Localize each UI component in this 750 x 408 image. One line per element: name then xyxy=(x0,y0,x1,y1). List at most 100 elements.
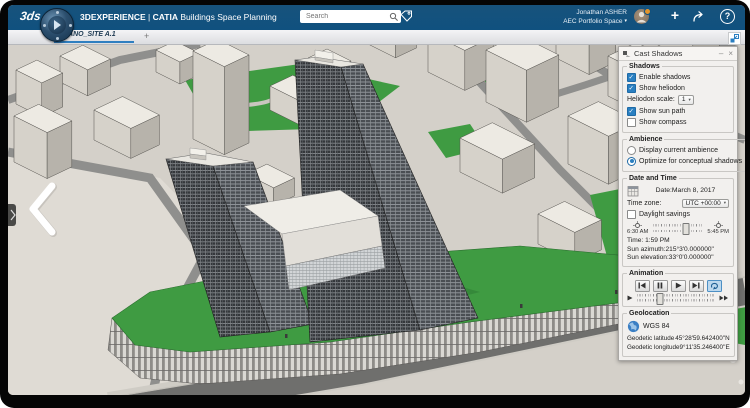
app-title: 3DEXPERIENCE | CATIA Buildings Space Pla… xyxy=(80,12,277,22)
3d-viewport[interactable]: Cast Shadows – × Shadows Enable shadows … xyxy=(8,44,745,395)
ambience-group: Ambience Display current ambience Optimi… xyxy=(622,136,745,172)
enable-shadows-label: Enable shadows xyxy=(639,74,690,81)
minimize-button[interactable]: – xyxy=(718,50,724,57)
current-time-text: Time: 1:59 PM xyxy=(627,237,729,244)
skip-to-end-button[interactable] xyxy=(689,280,704,292)
calendar-icon[interactable] xyxy=(627,185,639,197)
time-of-day-slider[interactable] xyxy=(653,224,702,232)
enable-shadows-checkbox[interactable] xyxy=(627,73,636,82)
compass-widget[interactable] xyxy=(40,8,74,42)
sunset-column: 5:45 PM xyxy=(707,221,729,235)
compass-west-dot xyxy=(43,24,46,27)
share-icon[interactable] xyxy=(692,10,707,23)
show-sun-path-checkbox[interactable] xyxy=(627,107,636,116)
search-icon xyxy=(389,12,399,22)
workspace-name: AEC Portfolio Space xyxy=(563,17,622,26)
shadows-group: Shadows Enable shadows Show heliodon Hel… xyxy=(622,63,734,133)
pause-button[interactable] xyxy=(653,280,668,292)
date-label: Date: xyxy=(656,187,672,194)
animation-legend: Animation xyxy=(627,270,665,277)
timezone-value: UTC +00:00 xyxy=(686,200,721,207)
ambience-legend: Ambience xyxy=(627,136,664,143)
timezone-label: Time zone: xyxy=(627,200,661,207)
side-panel-pull-tab[interactable] xyxy=(8,204,16,226)
compass-east-dot xyxy=(69,24,72,27)
fast-speed-icon xyxy=(719,295,729,301)
play-icon xyxy=(54,20,61,30)
show-heliodon-label: Show heliodon xyxy=(639,85,685,92)
display-ambience-label: Display current ambience xyxy=(639,147,718,154)
cast-shadows-icon xyxy=(622,50,631,58)
show-compass-label: Show compass xyxy=(639,119,686,126)
timezone-select[interactable]: UTC +00:00▾ xyxy=(682,199,730,209)
heliodon-scale-value: 1 xyxy=(682,96,686,103)
user-block[interactable]: Jonathan ASHER AEC Portfolio Space▾ xyxy=(563,8,627,26)
expand-icon[interactable] xyxy=(728,32,741,45)
sunrise-column: 6:30 AM xyxy=(627,221,648,235)
geolocation-legend: Geolocation xyxy=(627,310,671,317)
loop-icon xyxy=(710,282,719,290)
daylight-savings-label: Daylight savings xyxy=(639,211,690,218)
play-icon xyxy=(675,282,682,289)
new-tab-button[interactable]: + xyxy=(144,31,149,41)
active-tab-underline xyxy=(54,41,134,43)
geolocation-group: Geolocation WGS 84 Geodetic latitude45°2… xyxy=(622,310,735,357)
display-ambience-radio[interactable] xyxy=(627,146,636,155)
tag-icon[interactable] xyxy=(400,10,413,22)
app-window: 3ds 3DEXPERIENCE | CATIA Buildings Space… xyxy=(8,5,745,395)
datetime-legend: Date and Time xyxy=(627,175,679,182)
skip-end-icon xyxy=(692,282,700,289)
latitude-label: Geodetic latitude xyxy=(627,335,674,342)
date-text: Date:March 8, 2017 xyxy=(642,187,729,194)
compass-south-dot xyxy=(56,37,59,40)
play-button[interactable] xyxy=(671,280,686,292)
optimize-shadows-radio[interactable] xyxy=(627,157,636,166)
sunset-icon xyxy=(713,221,724,229)
top-bar: 3ds 3DEXPERIENCE | CATIA Buildings Space… xyxy=(8,5,745,30)
search-input[interactable] xyxy=(304,12,389,21)
chevron-down-icon: ▾ xyxy=(624,17,627,26)
heliodon-scale-select[interactable]: 1▾ xyxy=(678,95,694,105)
search-box[interactable] xyxy=(300,10,401,23)
time-slider-handle[interactable] xyxy=(682,223,689,235)
longitude-label: Geodetic longitude xyxy=(627,344,680,351)
brand-separator: | xyxy=(148,12,150,22)
dropdown-arrow-icon: ▾ xyxy=(724,200,726,206)
animation-speed-slider[interactable] xyxy=(637,294,715,302)
sunrise-icon xyxy=(632,221,643,229)
panel-header[interactable]: Cast Shadows – × xyxy=(619,47,737,61)
screenshot-frame: 3ds 3DEXPERIENCE | CATIA Buildings Space… xyxy=(0,0,750,408)
manipulator-dot-2[interactable] xyxy=(739,380,744,385)
speed-slider-handle[interactable] xyxy=(657,293,664,305)
brand-name: 3DEXPERIENCE xyxy=(80,12,146,22)
notification-dot xyxy=(644,8,651,15)
globe-icon xyxy=(627,320,640,333)
longitude-value: 9°11'35.246400''E xyxy=(680,344,730,351)
latitude-value: 45°28'59.642400''N xyxy=(675,335,729,342)
dropdown-arrow-icon: ▾ xyxy=(689,97,691,103)
panel-title: Cast Shadows xyxy=(634,49,715,58)
slow-speed-icon xyxy=(627,295,633,301)
close-button[interactable]: × xyxy=(727,50,734,57)
animation-group: Animation xyxy=(622,270,734,307)
skip-start-icon xyxy=(638,282,646,289)
show-sun-path-label: Show sun path xyxy=(639,108,685,115)
pause-icon xyxy=(657,282,663,289)
3ds-logo: 3ds xyxy=(19,9,42,23)
cast-shadows-panel: Cast Shadows – × Shadows Enable shadows … xyxy=(618,46,738,361)
add-button[interactable]: + xyxy=(671,7,679,23)
shadows-legend: Shadows xyxy=(627,63,662,70)
show-heliodon-checkbox[interactable] xyxy=(627,84,636,93)
user-name: Jonathan ASHER xyxy=(576,9,627,16)
app-name: CATIA xyxy=(153,12,178,22)
sunset-time: 5:45 PM xyxy=(707,229,729,235)
loop-button[interactable] xyxy=(707,280,722,292)
daylight-savings-checkbox[interactable] xyxy=(627,210,636,219)
show-compass-checkbox[interactable] xyxy=(627,118,636,127)
sun-elevation-text: Sun elevation:33°0'0.000000" xyxy=(627,254,729,261)
avatar[interactable] xyxy=(634,9,649,24)
skip-to-start-button[interactable] xyxy=(635,280,650,292)
optimize-shadows-label: Optimize for conceptual shadows xyxy=(639,158,742,165)
help-button[interactable]: ? xyxy=(720,9,735,24)
heliodon-scale-label: Heliodon scale: xyxy=(627,96,675,103)
